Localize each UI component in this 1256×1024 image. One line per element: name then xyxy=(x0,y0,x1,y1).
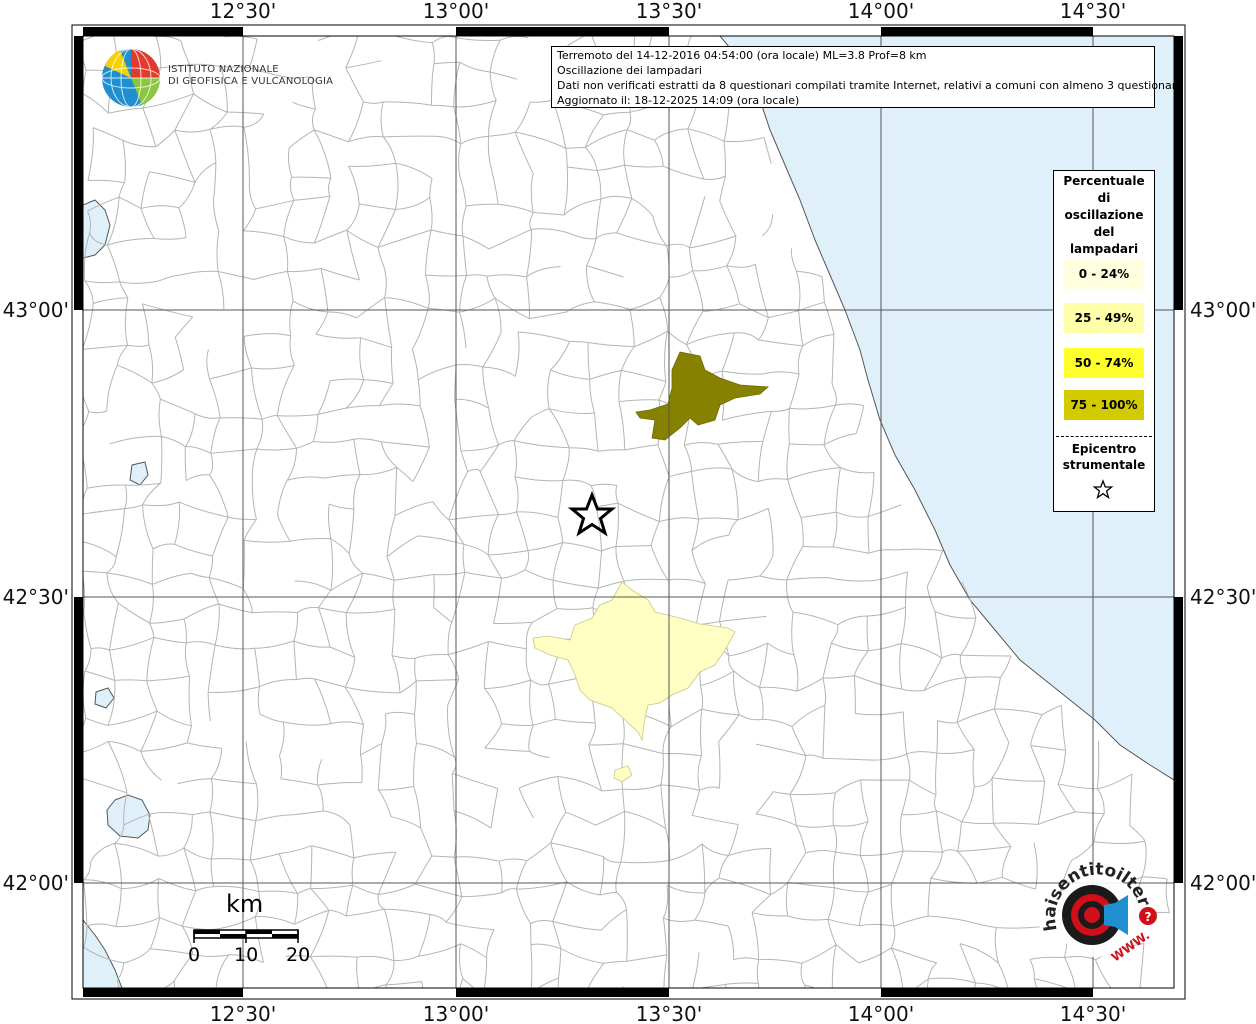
lat-label-left: 43°00' xyxy=(3,298,69,322)
legend-title-line: lampadari xyxy=(1069,242,1139,256)
scale-tick-label: 20 xyxy=(286,944,311,966)
latitude-labels-right: 43°00' 42°30' 42°00' xyxy=(1190,298,1256,895)
event-info-box: Terremoto del 14-12-2016 04:54:00 (ora l… xyxy=(551,46,1183,108)
lat-label-right: 42°00' xyxy=(1190,871,1256,895)
event-info-line-2: Oscillazione dei lampadari xyxy=(557,64,702,77)
event-info-line-3: Dati non verificati estratti da 8 questi… xyxy=(557,79,1183,92)
legend-title-line: di xyxy=(1097,191,1111,205)
lon-label-top: 14°00' xyxy=(848,0,914,23)
legend-item-75-100: 75 - 100% xyxy=(1064,390,1144,420)
legend-epicenter-line: Epicentro xyxy=(1071,442,1137,456)
event-info-line-4: Aggiornato il: 18-12-2025 14:09 (ora loc… xyxy=(557,94,800,107)
ingv-logo-text: ISTITUTO NAZIONALE DI GEOFISICA E VULCAN… xyxy=(168,64,333,88)
lon-label-bottom: 13°00' xyxy=(423,1002,489,1024)
legend-item-50-74: 50 - 74% xyxy=(1064,348,1144,378)
star-icon xyxy=(1092,479,1114,500)
lon-label-bottom: 14°00' xyxy=(848,1002,914,1024)
lat-label-left: 42°00' xyxy=(3,871,69,895)
lon-label-top: 13°00' xyxy=(423,0,489,23)
legend-epicenter-title: Epicentro strumentale xyxy=(1054,441,1154,473)
legend: Percentuale di oscillazione del lampadar… xyxy=(1053,170,1155,512)
watermark-question-badge: ? xyxy=(1145,910,1152,924)
legend-epicenter-line: strumentale xyxy=(1062,458,1146,472)
ingv-globe-icon xyxy=(101,48,161,108)
lat-label-left: 42°30' xyxy=(3,585,69,609)
longitude-labels-top: 12°30' 13°00' 13°30' 14°00' 14°30' xyxy=(210,0,1126,23)
latitude-labels-left: 43°00' 42°30' 42°00' xyxy=(3,298,69,895)
logo-line-2: DI GEOFISICA E VULCANOLOGIA xyxy=(168,76,334,87)
logo-line-1: ISTITUTO NAZIONALE xyxy=(168,64,279,75)
legend-item-25-49: 25 - 49% xyxy=(1064,303,1144,333)
lat-label-right: 42°30' xyxy=(1190,585,1256,609)
legend-title: Percentuale di oscillazione del lampadar… xyxy=(1054,173,1154,258)
lon-label-top: 14°30' xyxy=(1060,0,1126,23)
legend-title-line: del xyxy=(1093,225,1115,239)
legend-title-line: oscillazione xyxy=(1064,208,1144,222)
lon-label-bottom: 14°30' xyxy=(1060,1002,1126,1024)
longitude-labels-bottom: 12°30' 13°00' 13°30' 14°00' 14°30' xyxy=(210,1002,1126,1024)
scale-tick-label: 10 xyxy=(234,944,259,966)
lon-label-bottom: 13°30' xyxy=(636,1002,702,1024)
lon-label-top: 12°30' xyxy=(210,0,276,23)
legend-title-line: Percentuale xyxy=(1063,174,1145,188)
lat-label-right: 43°00' xyxy=(1190,298,1256,322)
intensity-map: 12°30' 13°00' 13°30' 14°00' 14°30' 12°30… xyxy=(0,0,1256,1024)
lon-label-bottom: 12°30' xyxy=(210,1002,276,1024)
lon-label-top: 13°30' xyxy=(636,0,702,23)
legend-separator xyxy=(1056,436,1152,437)
legend-item-0-24: 0 - 24% xyxy=(1064,259,1144,289)
scale-unit-label: km xyxy=(226,890,264,918)
event-info-line-1: Terremoto del 14-12-2016 04:54:00 (ora l… xyxy=(557,49,927,62)
scale-tick-label: 0 xyxy=(188,944,201,966)
